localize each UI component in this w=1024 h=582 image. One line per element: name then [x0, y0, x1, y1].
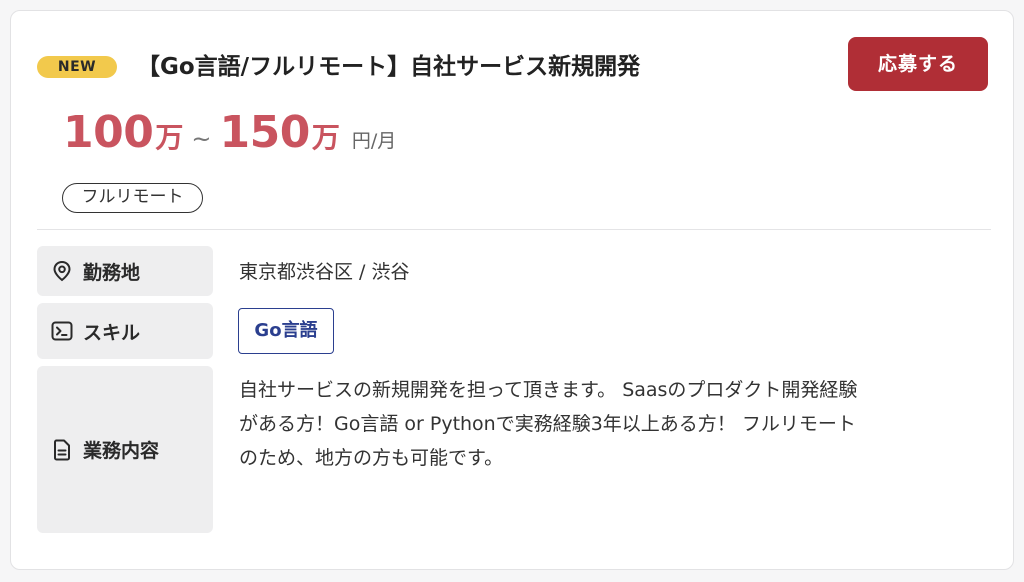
salary-min: 100	[63, 107, 154, 158]
salary-min-unit: 万	[155, 121, 184, 154]
salary-separator: ~	[191, 125, 212, 153]
salary-range: 100 万 ~ 150 万 円/月	[63, 107, 396, 163]
description-line: がある方！Go言語 or Pythonで実務経験3年以上ある方！ フルリモート	[239, 413, 856, 435]
location-label: 勤務地	[37, 246, 213, 296]
salary-max: 150	[219, 107, 310, 158]
job-title[interactable]: 【Go言語/フルリモート】自社サービス新規開発	[137, 49, 640, 85]
location-label-text: 勤務地	[83, 261, 141, 284]
document-icon	[51, 439, 73, 461]
description-line: のため、地方の方も可能です。	[239, 447, 504, 469]
description-label-text: 業務内容	[83, 440, 160, 462]
divider	[37, 229, 991, 230]
salary-unit: 円/月	[351, 130, 397, 152]
job-card: NEW 【Go言語/フルリモート】自社サービス新規開発 応募する 100 万 ~…	[10, 10, 1014, 570]
description-label: 業務内容	[37, 366, 213, 533]
skill-label-text: スキル	[83, 321, 141, 344]
apply-button[interactable]: 応募する	[848, 37, 988, 91]
tag-full-remote: フルリモート	[62, 183, 203, 213]
salary-max-unit: 万	[311, 121, 340, 154]
terminal-icon	[51, 320, 73, 342]
skill-label: スキル	[37, 303, 213, 359]
location-pin-icon	[51, 260, 73, 282]
new-badge: NEW	[37, 56, 117, 78]
description-text: 自社サービスの新規開発を担って頂きます。 Saasのプロダクト開発経験 がある方…	[239, 373, 991, 475]
skill-tag-go[interactable]: Go言語	[238, 308, 334, 354]
location-value: 東京都渋谷区 / 渋谷	[239, 261, 410, 283]
description-line: 自社サービスの新規開発を担って頂きます。 Saasのプロダクト開発経験	[239, 379, 858, 401]
